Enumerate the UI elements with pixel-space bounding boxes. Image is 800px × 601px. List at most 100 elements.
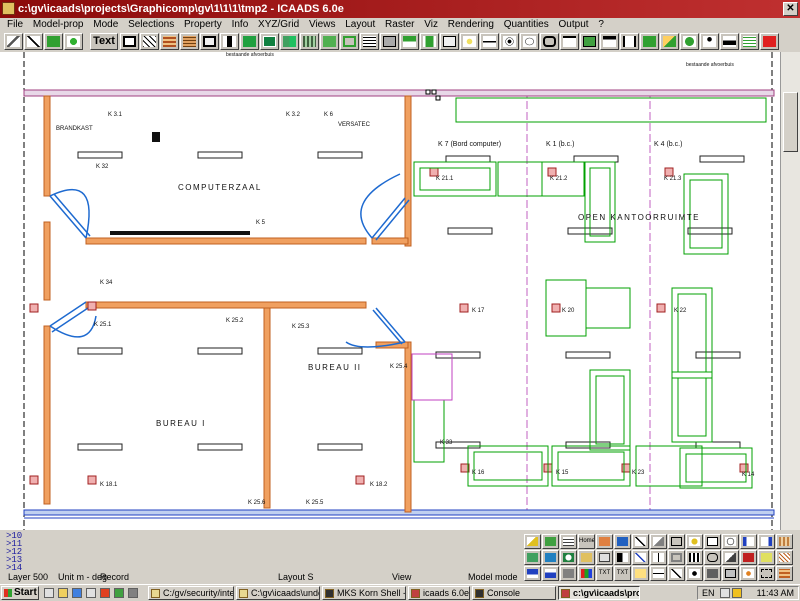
grid-icon[interactable] bbox=[776, 534, 793, 549]
chair-tool-button[interactable] bbox=[480, 33, 499, 50]
menu-quantities[interactable]: Quantities bbox=[504, 18, 549, 30]
curtain-wall-tool-button[interactable] bbox=[300, 33, 319, 50]
arrow-left-icon[interactable] bbox=[524, 534, 541, 549]
exit-button[interactable] bbox=[760, 33, 779, 50]
stair-tool-button[interactable] bbox=[360, 33, 379, 50]
hatch-tool-button[interactable] bbox=[140, 33, 159, 50]
angle-icon[interactable] bbox=[650, 534, 667, 549]
text-style-button[interactable]: TXT bbox=[596, 566, 613, 581]
frame-tool-button[interactable] bbox=[340, 33, 359, 50]
desktop-icon[interactable] bbox=[44, 588, 54, 598]
taskbar-item[interactable]: C:\gv\icaads\underlays bbox=[236, 586, 320, 600]
panel-tool-button[interactable] bbox=[320, 33, 339, 50]
network-icon[interactable] bbox=[720, 588, 730, 598]
volume-icon[interactable] bbox=[732, 588, 742, 598]
insert-icon[interactable] bbox=[722, 566, 739, 581]
menu-help[interactable]: ? bbox=[598, 18, 604, 30]
measure-icon[interactable] bbox=[668, 534, 685, 549]
menu-rendering[interactable]: Rendering bbox=[448, 18, 494, 30]
home-button[interactable]: Home bbox=[578, 534, 595, 549]
taskbar-item-active[interactable]: c:\gv\icaads\project... bbox=[558, 586, 640, 600]
edit-icon[interactable] bbox=[632, 534, 649, 549]
paste-icon[interactable] bbox=[596, 550, 613, 565]
extend-icon[interactable] bbox=[650, 550, 667, 565]
column-tool-button[interactable] bbox=[220, 33, 239, 50]
polyline-tool-button[interactable] bbox=[44, 33, 63, 50]
tree-tool-button[interactable] bbox=[680, 33, 699, 50]
scroll-thumb[interactable] bbox=[783, 92, 798, 152]
menu-info[interactable]: Info bbox=[232, 18, 249, 30]
next-icon[interactable] bbox=[542, 550, 559, 565]
app-launcher-icon[interactable] bbox=[100, 588, 110, 598]
menu-views[interactable]: Views bbox=[309, 18, 336, 30]
color-icon[interactable] bbox=[578, 566, 595, 581]
menu-mode[interactable]: Mode bbox=[93, 18, 118, 30]
person-tool-button[interactable] bbox=[700, 33, 719, 50]
grid-view-button[interactable] bbox=[740, 33, 759, 50]
browser-icon[interactable] bbox=[72, 588, 82, 598]
cabinet-tool-button[interactable] bbox=[580, 33, 599, 50]
block-icon[interactable] bbox=[704, 566, 721, 581]
spline-tool-button[interactable] bbox=[64, 33, 83, 50]
menu-file[interactable]: File bbox=[7, 18, 23, 30]
brush-icon[interactable] bbox=[596, 534, 613, 549]
dimension-icon[interactable] bbox=[650, 566, 667, 581]
stretch-icon[interactable] bbox=[560, 566, 577, 581]
fan-tool-button[interactable] bbox=[500, 33, 519, 50]
menu-viz[interactable]: Viz bbox=[424, 18, 438, 30]
door-tool-button[interactable] bbox=[240, 33, 259, 50]
wardrobe-tool-button[interactable] bbox=[660, 33, 679, 50]
move-up-icon[interactable] bbox=[524, 566, 541, 581]
taskbar-item[interactable]: C:/gv/security/interesse... bbox=[148, 586, 234, 600]
desk-tool-button[interactable] bbox=[600, 33, 619, 50]
kitchen-tool-button[interactable] bbox=[560, 33, 579, 50]
taskbar-item[interactable]: icaads 6.0e arch bbox=[408, 586, 470, 600]
select-tool-button[interactable] bbox=[4, 33, 23, 50]
taskbar-item[interactable]: MKS Korn Shell - C:/gv/ic... bbox=[322, 586, 406, 600]
lamp-tool-button[interactable] bbox=[460, 33, 479, 50]
zoom-in-icon[interactable] bbox=[722, 534, 739, 549]
sliding-door-tool-button[interactable] bbox=[280, 33, 299, 50]
menu-raster[interactable]: Raster bbox=[385, 18, 414, 30]
menu-model-prop[interactable]: Model-prop bbox=[33, 18, 84, 30]
menu-selections[interactable]: Selections bbox=[128, 18, 174, 30]
pattern-icon[interactable] bbox=[776, 566, 793, 581]
text-tool-button[interactable]: Text bbox=[90, 33, 118, 50]
previous-icon[interactable] bbox=[524, 550, 541, 565]
chamfer-icon[interactable] bbox=[722, 550, 739, 565]
language-indicator[interactable]: EN bbox=[702, 588, 715, 598]
text-edit-button[interactable]: TXT bbox=[614, 566, 631, 581]
brick-wall-tool-button[interactable] bbox=[180, 33, 199, 50]
redo-icon[interactable] bbox=[758, 534, 775, 549]
menu-property[interactable]: Property bbox=[184, 18, 222, 30]
start-button[interactable]: Start bbox=[1, 586, 39, 600]
array-icon[interactable] bbox=[686, 550, 703, 565]
ruler-icon[interactable] bbox=[614, 534, 631, 549]
car-tool-button[interactable] bbox=[720, 33, 739, 50]
move-down-icon[interactable] bbox=[542, 566, 559, 581]
menu-output[interactable]: Output bbox=[559, 18, 589, 30]
offset-icon[interactable] bbox=[668, 550, 685, 565]
menu-layout[interactable]: Layout bbox=[345, 18, 375, 30]
tool-launcher-icon[interactable] bbox=[114, 588, 124, 598]
rotate-icon[interactable] bbox=[560, 550, 577, 565]
leader-icon[interactable] bbox=[668, 566, 685, 581]
copy-icon[interactable] bbox=[578, 550, 595, 565]
layer-icon[interactable] bbox=[560, 534, 577, 549]
toilet-tool-button[interactable] bbox=[520, 33, 539, 50]
taskbar-item[interactable]: Console bbox=[472, 586, 556, 600]
wall-tool-button[interactable] bbox=[160, 33, 179, 50]
group-icon[interactable] bbox=[758, 566, 775, 581]
close-button[interactable]: ✕ bbox=[783, 2, 798, 16]
mirror-icon[interactable] bbox=[614, 550, 631, 565]
trim-icon[interactable] bbox=[632, 550, 649, 565]
opening-tool-button[interactable] bbox=[200, 33, 219, 50]
window-tool-button[interactable] bbox=[260, 33, 279, 50]
hatch-icon[interactable] bbox=[776, 550, 793, 565]
slab-tool-button[interactable] bbox=[380, 33, 399, 50]
menu-xyz-grid[interactable]: XYZ/Grid bbox=[258, 18, 299, 30]
delete-icon[interactable] bbox=[740, 550, 757, 565]
bed-tool-button[interactable] bbox=[640, 33, 659, 50]
vertical-scrollbar[interactable] bbox=[780, 52, 800, 530]
terminal-launcher-icon[interactable] bbox=[128, 588, 138, 598]
